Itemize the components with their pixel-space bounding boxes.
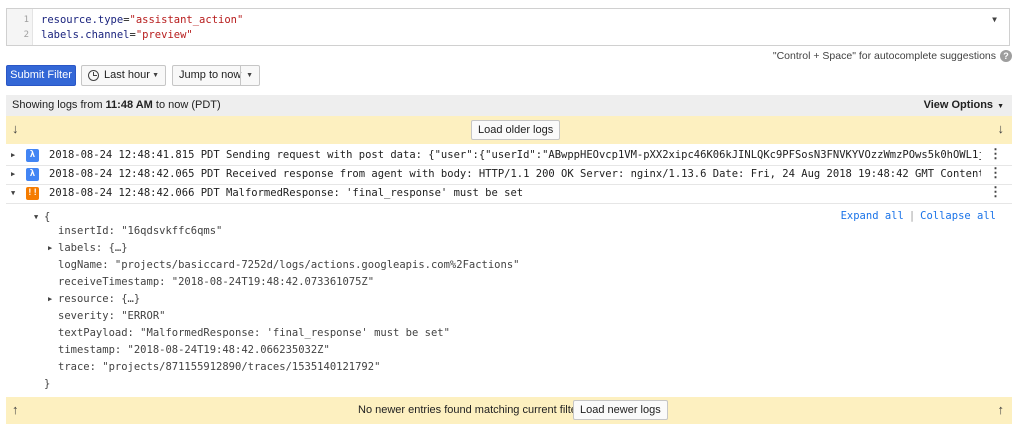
submit-filter-button[interactable]: Submit Filter bbox=[6, 65, 76, 86]
expand-icon[interactable]: ▶ bbox=[48, 295, 52, 303]
arrow-down-icon[interactable]: ↓ bbox=[998, 121, 1005, 136]
log-entry-text: 2018-08-24 12:48:42.065 PDT Received res… bbox=[49, 168, 981, 180]
log-entry-text: 2018-08-24 12:48:41.815 PDT Sending requ… bbox=[49, 149, 981, 161]
button-divider bbox=[240, 66, 241, 85]
expand-all-link[interactable]: Expand all bbox=[841, 210, 904, 222]
help-icon[interactable]: ? bbox=[1000, 50, 1012, 62]
collapse-icon[interactable]: ▼ bbox=[34, 213, 38, 221]
filter-line-1[interactable]: 1 resource.type="assistant_action" bbox=[7, 13, 1009, 27]
time-range-label: Last hour bbox=[104, 69, 150, 81]
view-options-label: View Options bbox=[923, 99, 994, 111]
expand-collapse-controls: Expand all | Collapse all bbox=[841, 210, 996, 222]
log-entry[interactable]: ▶ λ 2018-08-24 12:48:41.815 PDT Sending … bbox=[6, 145, 1012, 166]
arrow-down-icon[interactable]: ↓ bbox=[12, 121, 19, 136]
more-vert-icon[interactable]: ⋮ bbox=[989, 183, 1002, 203]
arrow-up-icon[interactable]: ↑ bbox=[12, 402, 19, 417]
filter-line-2[interactable]: 2 labels.channel="preview" bbox=[7, 28, 1009, 42]
more-vert-icon[interactable]: ⋮ bbox=[989, 145, 1002, 165]
load-newer-bar: ↑ No newer entries found matching curren… bbox=[6, 397, 1012, 424]
close-brace: } bbox=[44, 378, 51, 390]
error-severity-icon: !! bbox=[26, 187, 39, 200]
chevron-down-icon[interactable]: ▼ bbox=[246, 66, 253, 85]
jump-to-now-label: Jump to now bbox=[179, 69, 242, 81]
time-range-dropdown[interactable]: Last hour ▼ bbox=[81, 65, 166, 86]
log-entry[interactable]: ▶ λ 2018-08-24 12:48:42.065 PDT Received… bbox=[6, 164, 1012, 185]
filter-key: labels.channel bbox=[41, 29, 130, 41]
payload-field: timestamp: "2018-08-24T19:48:42.06623503… bbox=[58, 344, 330, 356]
filter-key: resource.type bbox=[41, 14, 124, 26]
payload-field[interactable]: resource: {…} bbox=[58, 292, 140, 306]
collapse-icon[interactable]: ▼ bbox=[11, 183, 15, 203]
clock-icon bbox=[88, 70, 99, 81]
open-brace: { bbox=[44, 211, 51, 223]
lambda-severity-icon: λ bbox=[26, 149, 39, 162]
filter-value: "assistant_action" bbox=[129, 14, 244, 26]
view-options-button[interactable]: View Options ▼ bbox=[924, 95, 1004, 117]
showing-suffix: to now (PDT) bbox=[152, 99, 221, 111]
log-entry-text: 2018-08-24 12:48:42.066 PDT MalformedRes… bbox=[49, 187, 524, 199]
load-newer-logs-button[interactable]: Load newer logs bbox=[573, 400, 668, 420]
arrow-up-icon[interactable]: ↑ bbox=[998, 402, 1005, 417]
filter-dropdown-icon[interactable]: ▼ bbox=[992, 15, 997, 24]
payload-field: severity: "ERROR" bbox=[58, 310, 166, 322]
showing-logs-bar: Showing logs from 11:48 AM to now (PDT) … bbox=[6, 95, 1012, 116]
showing-prefix: Showing logs from bbox=[12, 99, 106, 111]
lambda-severity-icon: λ bbox=[26, 168, 39, 181]
chevron-down-icon: ▼ bbox=[152, 72, 159, 79]
filter-editor[interactable]: 1 resource.type="assistant_action" 2 lab… bbox=[6, 8, 1010, 46]
expand-icon[interactable]: ▶ bbox=[11, 145, 15, 165]
payload-field: textPayload: "MalformedResponse: 'final_… bbox=[58, 327, 450, 339]
chevron-down-icon: ▼ bbox=[997, 103, 1004, 110]
showing-time: 11:48 AM bbox=[105, 99, 153, 111]
load-older-bar: ↓ Load older logs ↓ bbox=[6, 116, 1012, 144]
no-newer-message: No newer entries found matching current … bbox=[358, 404, 584, 416]
load-older-logs-button[interactable]: Load older logs bbox=[471, 120, 561, 140]
expand-icon[interactable]: ▶ bbox=[48, 244, 52, 252]
log-entry-expanded[interactable]: ▼ !! 2018-08-24 12:48:42.066 PDT Malform… bbox=[6, 183, 1012, 204]
jump-to-now-button[interactable]: Jump to now ▼ bbox=[172, 65, 260, 86]
payload-field: receiveTimestamp: "2018-08-24T19:48:42.0… bbox=[58, 276, 375, 288]
payload-field: logName: "projects/basiccard-7252d/logs/… bbox=[58, 259, 520, 271]
payload-field: insertId: "16qdsvkffc6qms" bbox=[58, 225, 223, 237]
more-vert-icon[interactable]: ⋮ bbox=[989, 164, 1002, 184]
payload-field[interactable]: labels: {…} bbox=[58, 241, 128, 255]
separator: | bbox=[908, 210, 916, 222]
log-payload: ▼ { Expand all | Collapse all insertId: "1… bbox=[6, 205, 1012, 395]
autocomplete-hint: "Control + Space" for autocomplete sugge… bbox=[772, 50, 996, 62]
expand-icon[interactable]: ▶ bbox=[11, 164, 15, 184]
filter-value: "preview" bbox=[135, 29, 193, 41]
payload-field: trace: "projects/871155912890/traces/153… bbox=[58, 361, 381, 373]
collapse-all-link[interactable]: Collapse all bbox=[920, 210, 996, 222]
line-number: 1 bbox=[23, 15, 29, 25]
line-number: 2 bbox=[23, 30, 29, 40]
